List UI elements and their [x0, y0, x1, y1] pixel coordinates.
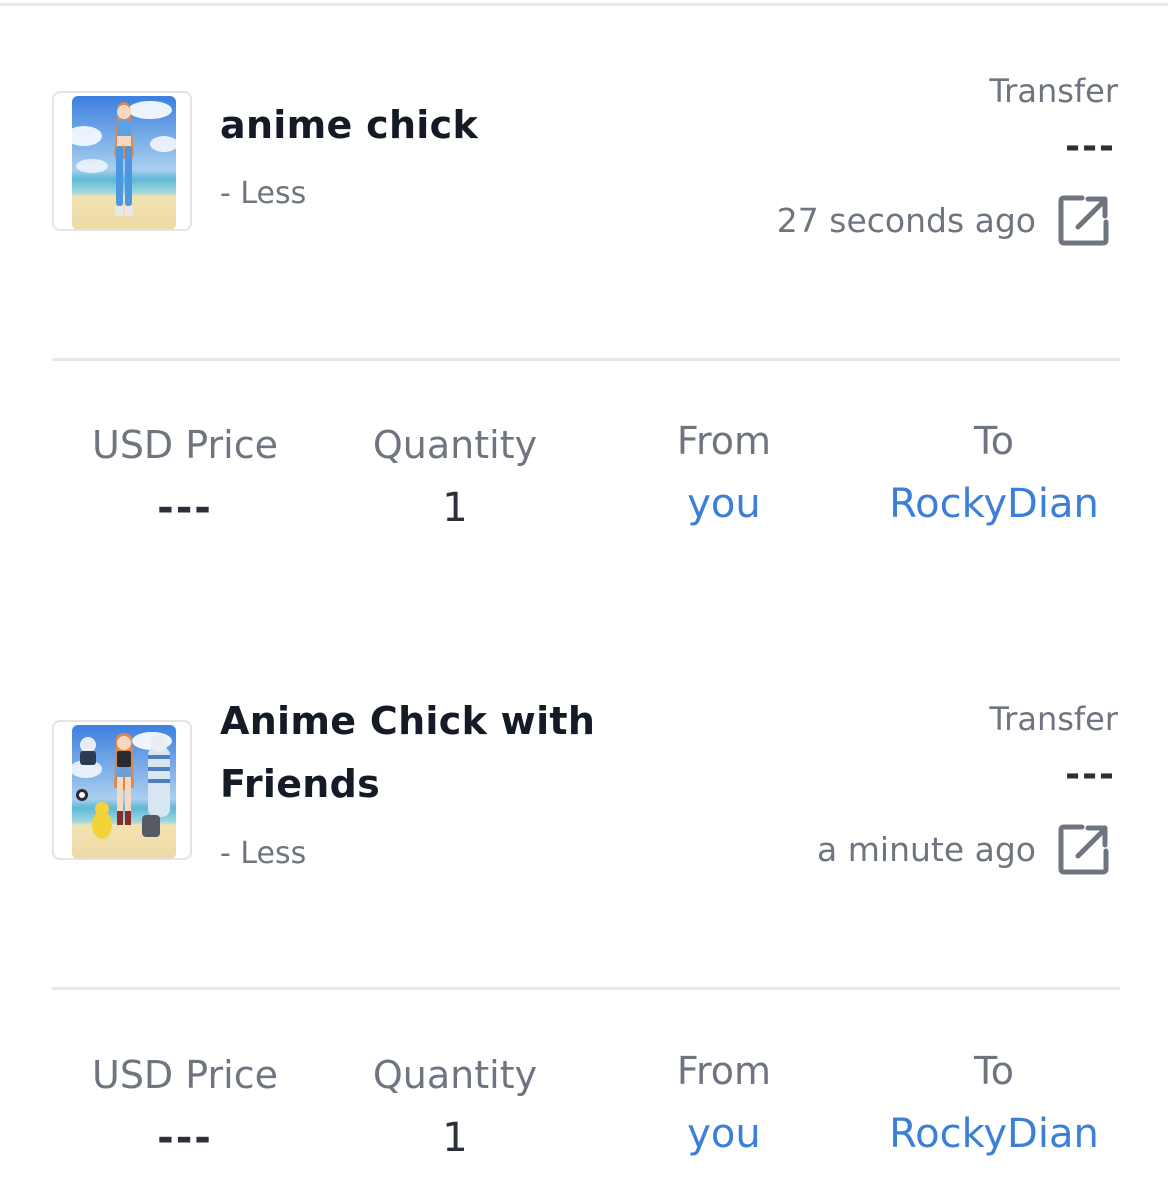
time-row: a minute ago — [817, 821, 1112, 877]
activity-page: anime chick - Less Transfer --- 27 secon… — [0, 0, 1168, 1200]
from-link[interactable]: you — [604, 472, 844, 536]
event-type: Transfer — [989, 700, 1118, 738]
from-link[interactable]: you — [604, 1102, 844, 1166]
from-col: From you — [604, 410, 844, 536]
quantity-value: 1 — [442, 485, 468, 531]
usd-price-value: --- — [157, 485, 213, 531]
less-toggle[interactable]: - Less — [220, 176, 306, 211]
to-link[interactable]: RockyDian — [874, 1102, 1114, 1166]
from-col: From you — [604, 1040, 844, 1166]
quantity-col: Quantity 1 — [335, 1044, 575, 1170]
item-divider — [52, 358, 1120, 361]
nft-title[interactable]: Anime Chick with Friends — [220, 690, 640, 816]
less-toggle[interactable]: - Less — [220, 836, 306, 871]
to-label: To — [973, 419, 1014, 463]
time-row: 27 seconds ago — [777, 192, 1112, 248]
nft-image-anime-chick-friends — [72, 725, 176, 858]
nft-title[interactable]: anime chick — [220, 94, 640, 157]
nft-thumbnail[interactable] — [52, 91, 192, 231]
top-divider — [0, 3, 1168, 6]
usd-price-label: USD Price — [92, 1053, 278, 1097]
usd-price-col: USD Price --- — [65, 414, 305, 540]
usd-price-label: USD Price — [92, 423, 278, 467]
event-price: --- — [1065, 126, 1116, 167]
quantity-label: Quantity — [372, 1053, 538, 1097]
nft-image-anime-chick — [72, 96, 176, 229]
from-label: From — [676, 1049, 772, 1093]
quantity-col: Quantity 1 — [335, 414, 575, 540]
event-time: 27 seconds ago — [776, 200, 1036, 240]
quantity-label: Quantity — [372, 423, 538, 467]
usd-price-col: USD Price --- — [65, 1044, 305, 1170]
item-divider — [52, 987, 1120, 990]
to-col: To RockyDian — [874, 1040, 1114, 1166]
nft-thumbnail[interactable] — [52, 720, 192, 860]
event-price: --- — [1065, 754, 1116, 795]
to-link[interactable]: RockyDian — [874, 472, 1114, 536]
to-label: To — [973, 1049, 1014, 1093]
event-time: a minute ago — [817, 829, 1036, 869]
quantity-value: 1 — [442, 1115, 468, 1161]
external-link-icon[interactable] — [1056, 192, 1112, 248]
event-type: Transfer — [989, 72, 1118, 110]
to-col: To RockyDian — [874, 410, 1114, 536]
from-label: From — [676, 419, 772, 463]
usd-price-value: --- — [157, 1115, 213, 1161]
external-link-icon[interactable] — [1056, 821, 1112, 877]
